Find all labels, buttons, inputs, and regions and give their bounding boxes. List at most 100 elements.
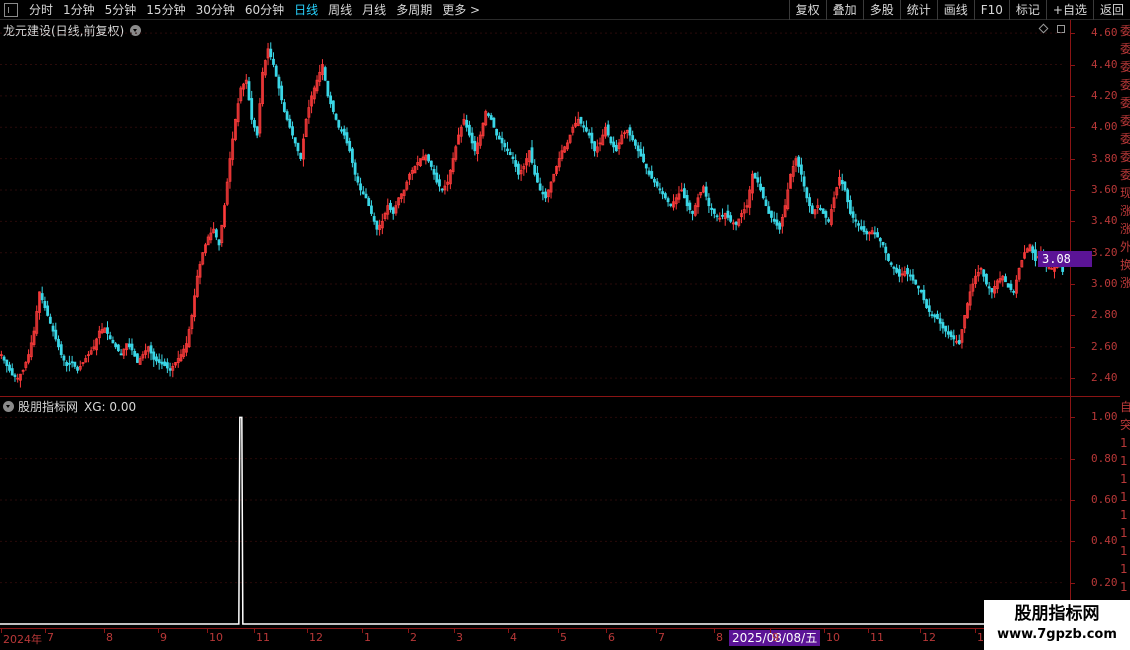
quote-field-label: 委 — [1120, 168, 1130, 182]
quote-field-label: 外 — [1120, 240, 1130, 254]
candle-body — [119, 353, 123, 356]
candle-body — [2, 356, 6, 361]
candle-body — [775, 219, 779, 226]
date-label: 2 — [410, 631, 417, 644]
period-tab[interactable]: 15分钟 — [141, 0, 190, 20]
candle-body — [108, 335, 112, 340]
price-label: 3.40 — [1091, 214, 1118, 228]
period-tab[interactable]: 周线 — [323, 0, 357, 20]
candle-body — [590, 132, 594, 144]
date-label: 6 — [608, 631, 615, 644]
candle-body — [217, 239, 221, 246]
candle-body — [375, 220, 379, 230]
date-tick — [207, 629, 208, 633]
candle-body — [544, 191, 548, 199]
toolbar-button[interactable]: 多股 — [862, 0, 900, 20]
period-tabs: 分时 1分钟 5分钟 15分钟 30分钟 60分钟 日线 周线 月线 多周期 更多 > — [0, 0, 485, 20]
candle-body — [805, 187, 809, 199]
candle-body — [606, 124, 610, 136]
axis-tick — [1071, 127, 1075, 129]
toolbar-button[interactable]: +自选 — [1045, 0, 1093, 20]
date-tick — [362, 629, 363, 633]
candle-body — [593, 141, 596, 152]
toolbar-button[interactable]: 统计 — [899, 0, 937, 20]
candle-body — [67, 362, 71, 365]
candle-body — [614, 144, 618, 152]
quote-field-label: 涨 — [1120, 276, 1130, 290]
list-field-label: 1 — [1120, 472, 1128, 486]
quote-field-label: 委 — [1120, 114, 1130, 128]
candle-body — [957, 340, 961, 345]
candle-body — [797, 156, 801, 167]
period-tab[interactable]: 多周期 — [391, 0, 437, 20]
candle-body — [636, 145, 640, 152]
candle-body — [800, 164, 803, 175]
date-tick — [158, 629, 159, 633]
candle-body — [57, 338, 60, 348]
indicator-chart[interactable] — [0, 397, 1068, 628]
candle-body — [884, 246, 888, 254]
candle-body — [585, 127, 588, 132]
indicator-label: 0.20 — [1091, 575, 1118, 589]
toolbar-button[interactable]: 叠加 — [825, 0, 863, 20]
candle-body — [985, 273, 988, 285]
toolbar-button[interactable]: 标记 — [1008, 0, 1046, 20]
price-label: 4.20 — [1091, 88, 1118, 102]
price-label: 4.00 — [1091, 120, 1118, 134]
toolbar-button[interactable]: 复权 — [788, 0, 826, 20]
list-field-label: 自 — [1120, 400, 1130, 414]
candle-body — [685, 194, 689, 207]
candle-body — [468, 124, 471, 136]
date-label: 12 — [309, 631, 323, 644]
candle-body — [389, 202, 392, 210]
period-tab[interactable]: 分时 — [24, 0, 58, 20]
indicator-label: 0.60 — [1091, 493, 1118, 506]
period-tab[interactable]: 30分钟 — [191, 0, 240, 20]
period-tab[interactable]: 5分钟 — [100, 0, 142, 20]
quote-field-label: 换 — [1120, 258, 1130, 272]
candle-body — [1031, 246, 1035, 254]
candle-body — [331, 100, 335, 112]
candle-body — [639, 148, 643, 157]
candle-body — [944, 325, 948, 332]
candle-body — [359, 183, 362, 191]
toolbar-button[interactable]: 画线 — [936, 0, 974, 20]
candle-body — [647, 170, 651, 175]
date-tick — [408, 629, 409, 633]
candlestick-chart[interactable] — [0, 20, 1068, 396]
layout-icon[interactable] — [4, 2, 18, 17]
candle-body — [857, 223, 860, 226]
price-label: 2.80 — [1091, 308, 1118, 322]
toolbar-button[interactable]: F10 — [973, 0, 1009, 20]
toolbar-button[interactable]: 返回 — [1092, 0, 1130, 20]
candle-body — [133, 350, 137, 357]
candle-body — [282, 102, 286, 112]
period-tab[interactable]: 更多 > — [437, 0, 485, 20]
date-label: 2024年 — [3, 633, 42, 646]
price-label: 3.00 — [1091, 277, 1118, 291]
xg-signal-line — [0, 416, 1064, 625]
period-tab[interactable]: 60分钟 — [240, 0, 289, 20]
date-label: 7 — [658, 631, 665, 644]
period-tab[interactable]: 月线 — [357, 0, 391, 20]
date-label: 5 — [560, 631, 567, 644]
candle-body — [938, 318, 942, 324]
candle-body — [337, 120, 341, 128]
axis-tick — [1071, 417, 1075, 419]
candle-body — [427, 154, 430, 162]
candle-body — [778, 222, 782, 230]
axis-tick — [1071, 500, 1075, 501]
price-label: 3.20 — [1091, 245, 1118, 259]
date-tick — [454, 629, 455, 633]
candle-body — [340, 129, 343, 132]
candle-body — [892, 266, 896, 269]
toolbar-actions: 复权 叠加 多股 统计 画线 F10 标记 +自选 返回 — [788, 0, 1130, 20]
period-tab[interactable]: 日线 — [289, 0, 323, 20]
candle-body — [810, 205, 814, 214]
candle-body — [819, 207, 822, 210]
list-field-label: 1 — [1120, 526, 1128, 540]
period-tab[interactable]: 1分钟 — [58, 0, 100, 20]
candle-body — [70, 361, 74, 364]
candle-body — [917, 285, 920, 289]
candle-body — [859, 226, 863, 230]
